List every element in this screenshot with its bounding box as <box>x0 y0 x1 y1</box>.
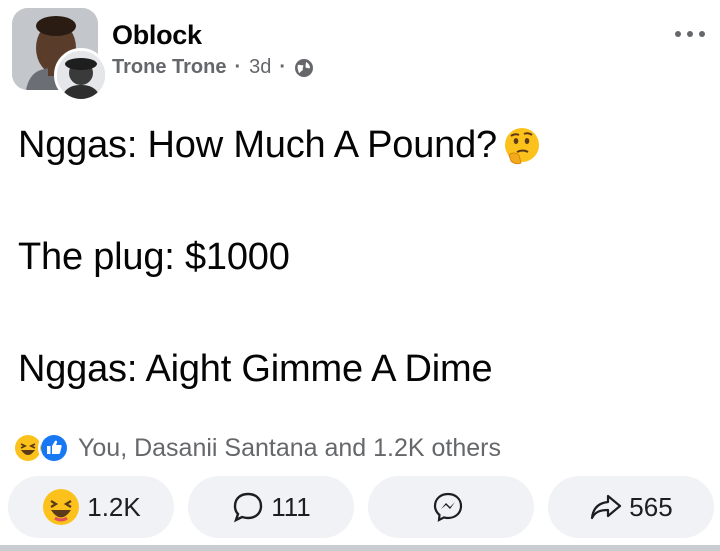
like-icon <box>38 432 70 464</box>
more-options-icon[interactable] <box>670 22 710 46</box>
reactions-summary-text: You, Dasanii Santana and 1.2K others <box>78 433 501 462</box>
comment-icon <box>234 492 263 523</box>
post-header: Oblock Trone Trone · 3d · <box>0 0 720 102</box>
haha-icon <box>43 489 80 525</box>
thinking-face-icon <box>504 127 539 164</box>
post-meta: Trone Trone · 3d · <box>112 56 314 79</box>
reaction-icons <box>12 432 70 464</box>
share-count: 565 <box>629 491 673 522</box>
comment-button[interactable]: 111 <box>188 476 354 538</box>
post-line-1: Nggas: How Much A Pound? <box>18 124 543 167</box>
action-bar: 1.2K 111 565 <box>0 476 720 538</box>
meta-separator: · <box>234 56 242 78</box>
messenger-button[interactable] <box>368 476 534 538</box>
post-time[interactable]: 3d <box>249 56 271 79</box>
post-line-1-text: Nggas: How Much A Pound? <box>18 124 497 166</box>
group-name[interactable]: Oblock <box>112 20 202 51</box>
author-name[interactable]: Trone Trone <box>112 56 226 79</box>
post-line-3: Nggas: Aight Gimme A Dime <box>18 348 493 390</box>
share-button[interactable]: 565 <box>548 476 714 538</box>
post-line-2: The plug: $1000 <box>18 236 290 278</box>
comment-count: 111 <box>271 491 311 522</box>
meta-separator-2: · <box>279 56 287 78</box>
author-avatar-image <box>57 51 105 99</box>
messenger-icon <box>433 492 463 522</box>
reactions-summary[interactable]: You, Dasanii Santana and 1.2K others <box>12 432 501 464</box>
globe-icon <box>295 58 314 77</box>
divider <box>0 545 720 551</box>
share-icon <box>591 494 622 520</box>
react-count: 1.2K <box>87 491 141 522</box>
react-button[interactable]: 1.2K <box>8 476 174 538</box>
author-avatar[interactable] <box>54 48 108 102</box>
